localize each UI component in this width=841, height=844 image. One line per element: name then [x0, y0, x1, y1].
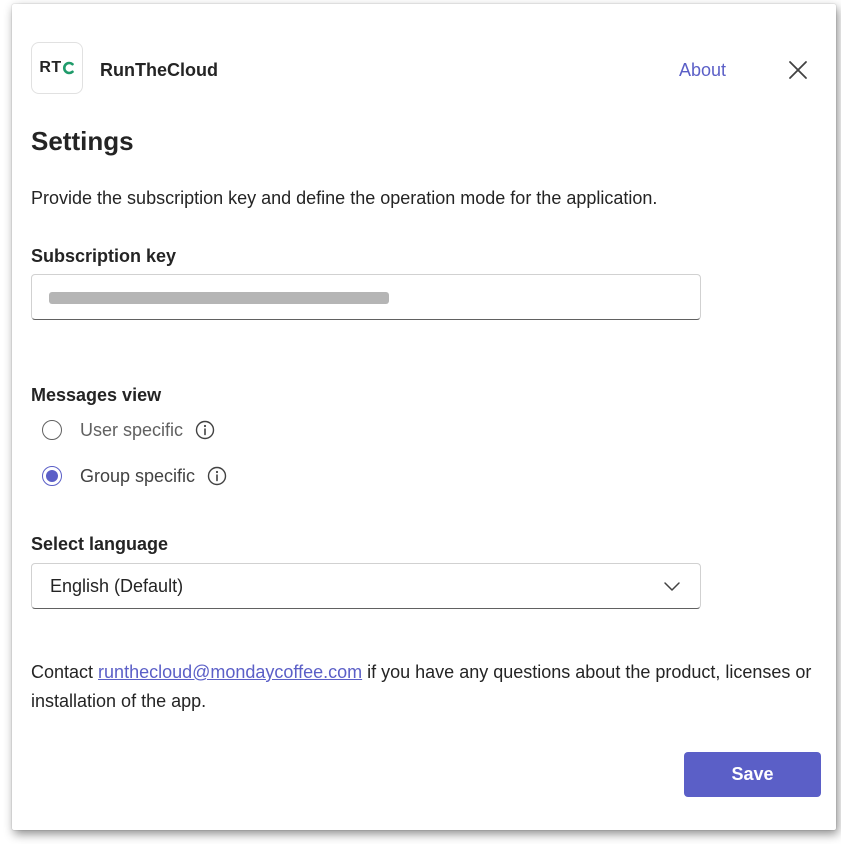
radio-group-specific[interactable]: Group specific [42, 463, 227, 489]
contact-text: Contact runthecloud@mondaycoffee.com if … [31, 658, 821, 716]
logo-cloud-icon [62, 61, 75, 75]
language-select[interactable]: English (Default) [31, 563, 701, 609]
radio-label-group-specific: Group specific [80, 465, 196, 486]
select-language-label: Select language [31, 534, 169, 554]
close-button[interactable] [786, 58, 810, 82]
page-title: Settings [31, 126, 134, 156]
info-icon[interactable] [207, 466, 227, 486]
app-name: RunTheCloud [100, 60, 218, 80]
save-button[interactable]: Save [684, 752, 821, 797]
radio-label-user-specific: User specific [80, 419, 184, 440]
chevron-down-icon [664, 582, 680, 591]
radio-button-group-specific[interactable] [42, 466, 62, 486]
contact-email-link[interactable]: runthecloud@mondaycoffee.com [98, 662, 362, 682]
redacted-key-mask [49, 292, 389, 304]
language-select-value: English (Default) [50, 575, 184, 596]
settings-dialog: RT RunTheCloud About Settings Provide th… [12, 4, 836, 830]
logo-text: RT [39, 59, 62, 76]
subscription-key-label: Subscription key [31, 246, 177, 266]
messages-view-label: Messages view [31, 385, 162, 405]
contact-prefix: Contact [31, 662, 99, 682]
info-icon[interactable] [195, 420, 215, 440]
app-logo: RT [31, 42, 83, 94]
about-link[interactable]: About [679, 60, 726, 81]
close-icon [789, 61, 807, 79]
radio-user-specific[interactable]: User specific [42, 417, 215, 443]
radio-button-user-specific[interactable] [42, 420, 62, 440]
page-description: Provide the subscription key and define … [31, 188, 658, 208]
